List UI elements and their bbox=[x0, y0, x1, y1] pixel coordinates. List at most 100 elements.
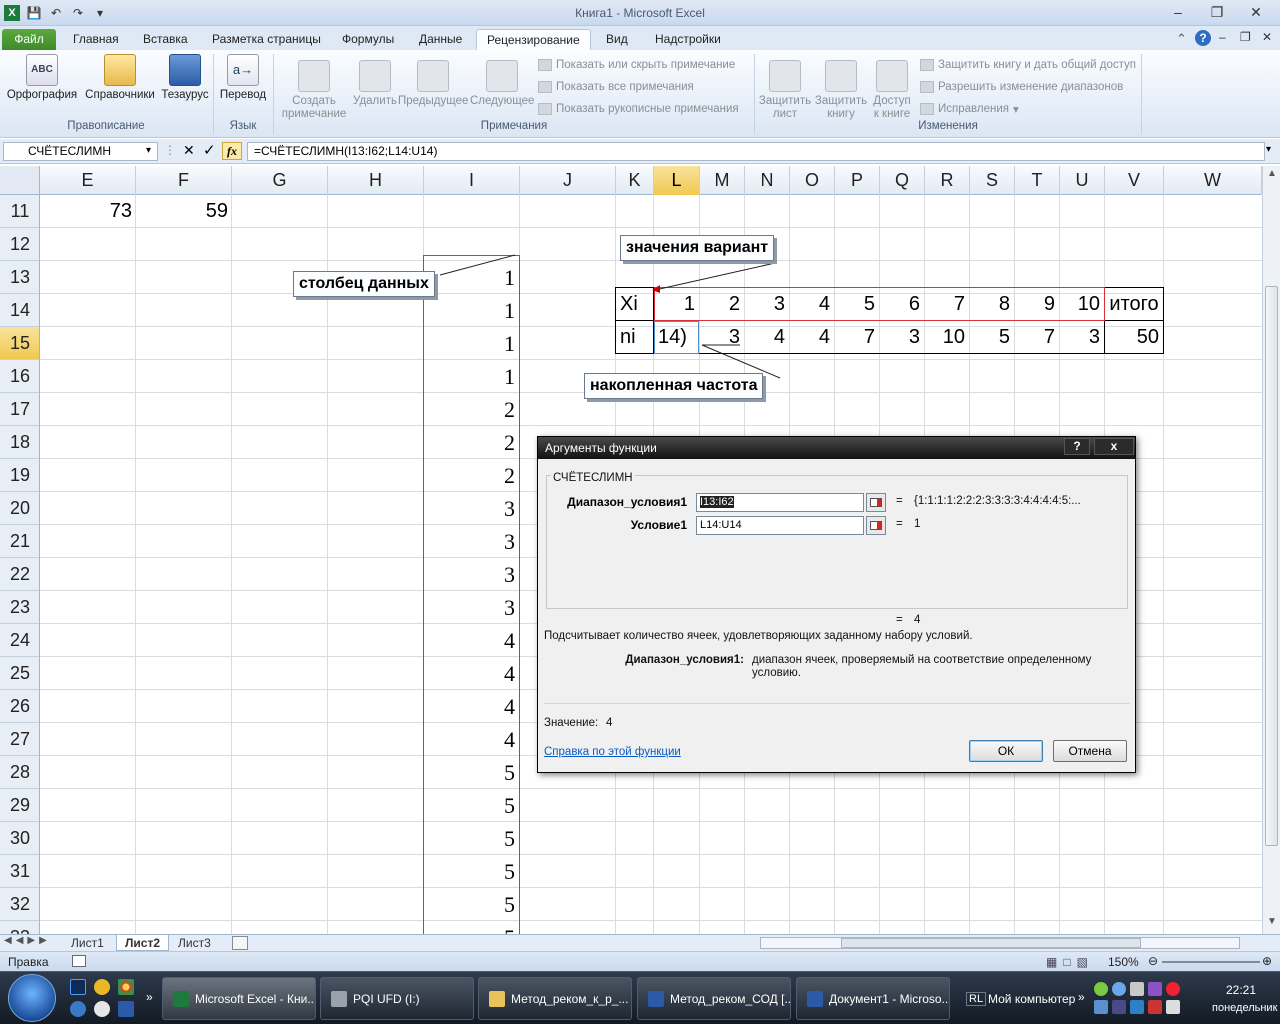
dialog-help-button[interactable]: ? bbox=[1064, 438, 1090, 455]
tab-file[interactable]: Файл bbox=[2, 29, 56, 50]
row-header[interactable]: 27 bbox=[0, 723, 39, 756]
column-header[interactable]: P bbox=[835, 166, 880, 195]
column-header[interactable]: K bbox=[616, 166, 654, 195]
start-button[interactable] bbox=[8, 974, 56, 1022]
ok-button[interactable]: ОК bbox=[969, 740, 1043, 762]
row-header[interactable]: 14 bbox=[0, 294, 39, 327]
arg1-input[interactable]: I13:I62 bbox=[696, 493, 864, 512]
row-header[interactable]: 24 bbox=[0, 624, 39, 657]
minimize-button[interactable]: – bbox=[1163, 3, 1193, 21]
tab-view[interactable]: Вид bbox=[596, 29, 638, 50]
insert-function-icon[interactable]: fx bbox=[222, 142, 242, 160]
track-changes-button[interactable]: Исправления ▾ bbox=[920, 100, 1136, 118]
close-button[interactable]: ✕ bbox=[1241, 3, 1271, 21]
row-header[interactable]: 20 bbox=[0, 492, 39, 525]
opera-icon[interactable] bbox=[1166, 982, 1180, 996]
row-header[interactable]: 19 bbox=[0, 459, 39, 492]
row-header[interactable]: 33 bbox=[0, 921, 39, 934]
browser-icon[interactable] bbox=[70, 1001, 86, 1017]
new-comment-button[interactable]: Создать примечание bbox=[276, 54, 352, 121]
taskbar-folder[interactable]: Метод_реком_к_р_... bbox=[478, 977, 632, 1020]
row-header[interactable]: 32 bbox=[0, 888, 39, 921]
clock-day[interactable]: понедельник bbox=[1212, 1002, 1277, 1014]
doc-restore-icon[interactable]: ❐ bbox=[1240, 30, 1251, 44]
row-header[interactable]: 16 bbox=[0, 360, 39, 393]
select-all-corner[interactable] bbox=[0, 166, 40, 195]
doc-close-icon[interactable]: ✕ bbox=[1262, 30, 1272, 44]
tab-data[interactable]: Данные bbox=[409, 29, 472, 50]
column-header[interactable]: U bbox=[1060, 166, 1105, 195]
tab-review[interactable]: Рецензирование bbox=[476, 29, 591, 50]
chrome-icon[interactable] bbox=[118, 979, 134, 995]
arg1-collapse-button[interactable] bbox=[866, 493, 886, 512]
row-header[interactable]: 25 bbox=[0, 657, 39, 690]
vertical-scroll-thumb[interactable] bbox=[1265, 286, 1278, 846]
delete-comment-button[interactable]: Удалить bbox=[350, 54, 400, 108]
row-header[interactable]: 13 bbox=[0, 261, 39, 294]
name-box[interactable]: СЧЁТЕСЛИМН bbox=[3, 142, 158, 161]
doc-minimize-icon[interactable]: – bbox=[1219, 30, 1226, 44]
row-header[interactable]: 17 bbox=[0, 393, 39, 426]
view-mode-icons[interactable]: ▦□▧ bbox=[1046, 955, 1094, 969]
row-header[interactable]: 30 bbox=[0, 822, 39, 855]
language-indicator[interactable]: RL bbox=[966, 992, 987, 1006]
taskbar-excel[interactable]: Microsoft Excel - Кни... bbox=[162, 977, 316, 1020]
column-header[interactable]: J bbox=[520, 166, 616, 195]
cancel-button[interactable]: Отмена bbox=[1053, 740, 1127, 762]
callout-variant-values[interactable]: значения вариант bbox=[620, 235, 775, 261]
zoom-in-icon[interactable]: ⊕ bbox=[1262, 954, 1272, 968]
expand-formula-icon[interactable]: ▾ bbox=[1266, 144, 1271, 155]
share-workbook-button[interactable]: Доступ к книге bbox=[866, 54, 918, 121]
collapse-ribbon-icon[interactable]: ⌃ bbox=[1176, 31, 1187, 47]
my-computer-toolbar[interactable]: Мой компьютер bbox=[988, 992, 1075, 1006]
tab-home[interactable]: Главная bbox=[63, 29, 129, 50]
taskbar-usb-drive[interactable]: PQI UFD (I:) bbox=[320, 977, 474, 1020]
translate-button[interactable]: a→ Перевод bbox=[216, 54, 270, 102]
horizontal-scroll-thumb[interactable] bbox=[841, 938, 1141, 948]
dialog-close-button[interactable]: x bbox=[1094, 438, 1134, 455]
column-header[interactable]: T bbox=[1015, 166, 1060, 195]
tray-icon[interactable] bbox=[1094, 1000, 1108, 1014]
tab-insert[interactable]: Вставка bbox=[133, 29, 198, 50]
column-header[interactable]: W bbox=[1164, 166, 1262, 195]
column-header[interactable]: S bbox=[970, 166, 1015, 195]
clock-time[interactable]: 22:21 bbox=[1226, 983, 1256, 997]
help-icon[interactable]: ? bbox=[1195, 30, 1211, 46]
name-box-dropdown-icon[interactable]: ▾ bbox=[146, 145, 151, 156]
scroll-down-icon[interactable]: ▼ bbox=[1267, 916, 1277, 927]
tray-icon[interactable] bbox=[1112, 982, 1126, 996]
row-header[interactable]: 21 bbox=[0, 525, 39, 558]
onenote-icon[interactable] bbox=[1148, 982, 1162, 996]
tray-icon[interactable] bbox=[1112, 1000, 1126, 1014]
quick-launch-more-icon[interactable]: » bbox=[146, 990, 153, 1004]
taskbar-word-doc-2[interactable]: Документ1 - Microso... bbox=[796, 977, 950, 1020]
column-header[interactable]: I bbox=[424, 166, 520, 195]
tray-icon[interactable] bbox=[1094, 982, 1108, 996]
spelling-button[interactable]: ABC Орфография bbox=[4, 54, 80, 102]
show-hide-comment-button[interactable]: Показать или скрыть примечание bbox=[538, 56, 739, 74]
tray-icon[interactable] bbox=[1130, 982, 1144, 996]
protect-workbook-button[interactable]: Защитить книгу bbox=[812, 54, 870, 121]
column-header[interactable]: R bbox=[925, 166, 970, 195]
column-header[interactable]: M bbox=[700, 166, 745, 195]
column-header[interactable]: G bbox=[232, 166, 328, 195]
thesaurus-button[interactable]: Тезаурус bbox=[160, 54, 210, 102]
show-ink-button[interactable]: Показать рукописные примечания bbox=[538, 100, 739, 118]
row-header[interactable]: 23 bbox=[0, 591, 39, 624]
row-header[interactable]: 22 bbox=[0, 558, 39, 591]
photoshop-icon[interactable] bbox=[70, 979, 86, 995]
row-header[interactable]: 29 bbox=[0, 789, 39, 822]
confirm-entry-icon[interactable]: ✓ bbox=[203, 141, 216, 159]
protect-sheet-button[interactable]: Защитить лист bbox=[756, 54, 814, 121]
zoom-out-icon[interactable]: ⊖ bbox=[1148, 954, 1158, 968]
toolbar-more-icon[interactable]: » bbox=[1078, 990, 1085, 1004]
tab-formulas[interactable]: Формулы bbox=[332, 29, 404, 50]
row-header[interactable]: 12 bbox=[0, 228, 39, 261]
tab-addins[interactable]: Надстройки bbox=[645, 29, 731, 50]
sheet-tab-2[interactable]: Лист2 bbox=[116, 935, 170, 951]
tab-page-layout[interactable]: Разметка страницы bbox=[202, 29, 331, 50]
row-header[interactable]: 11 bbox=[0, 195, 39, 228]
row-header[interactable]: 26 bbox=[0, 690, 39, 723]
arg2-collapse-button[interactable] bbox=[866, 516, 886, 535]
mail-icon[interactable] bbox=[94, 1001, 110, 1017]
